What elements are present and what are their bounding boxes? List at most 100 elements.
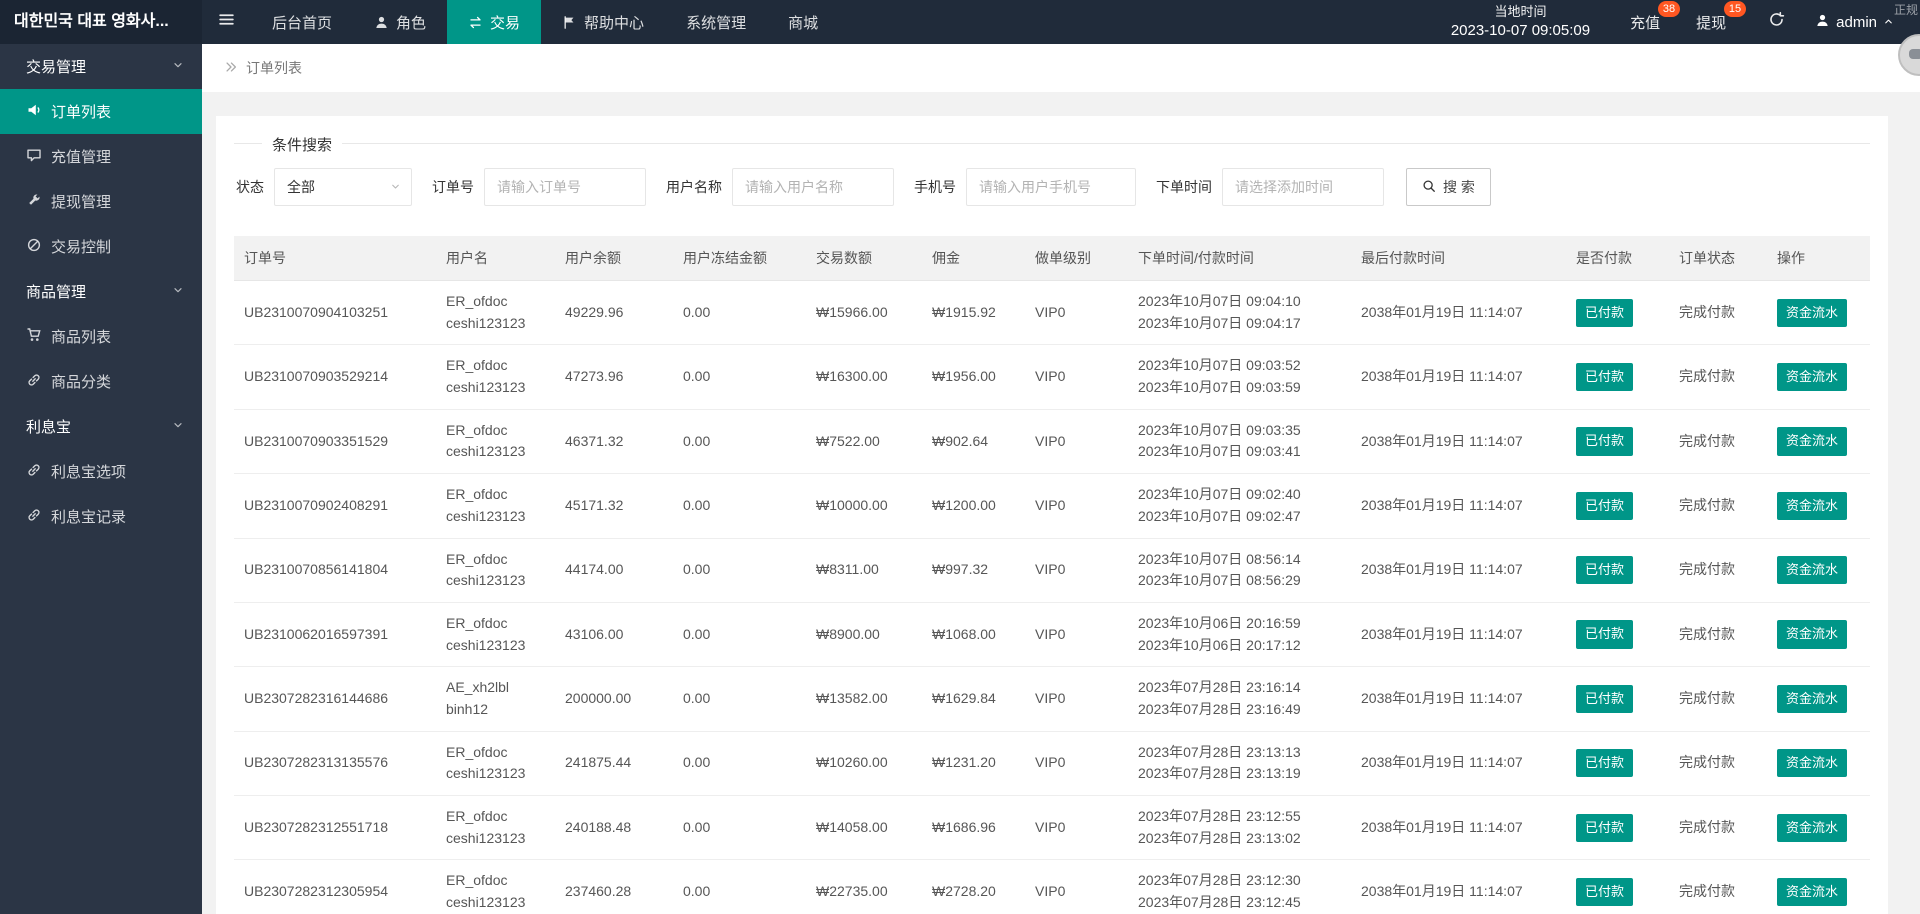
sidebar-item-trade-control[interactable]: 交易控制 xyxy=(0,224,202,269)
search-button[interactable]: 搜 索 xyxy=(1406,168,1491,206)
order-no-cell: UB2310070903529214 xyxy=(234,344,436,410)
frozen-cell: 0.00 xyxy=(673,409,806,475)
sidebar-item-label: 充值管理 xyxy=(51,149,112,166)
recharge-badge: 38 xyxy=(1657,0,1681,17)
status-cell: 完成付款 xyxy=(1669,538,1767,603)
status-cell: 完成付款 xyxy=(1669,280,1767,346)
paid-cell: 已付款 xyxy=(1566,795,1669,861)
paid-cell: 已付款 xyxy=(1566,409,1669,475)
order-time-input[interactable] xyxy=(1222,168,1384,206)
nav-item-label: 角色 xyxy=(396,14,427,32)
col-header: 订单号 xyxy=(234,236,436,281)
sidebar-item-goods-list[interactable]: 商品列表 xyxy=(0,314,202,359)
sidebar-group-goods-management[interactable]: 商品管理 xyxy=(0,269,202,314)
nav-item-help[interactable]: 帮助中心 xyxy=(541,0,665,44)
balance-cell: 49229.96 xyxy=(555,280,673,346)
fund-flow-button[interactable]: 资金流水 xyxy=(1777,298,1848,327)
commission-cell: ₩1956.00 xyxy=(922,344,1025,410)
sidebar-item-withdraw-management[interactable]: 提现管理 xyxy=(0,179,202,224)
nav-item-mall[interactable]: 商城 xyxy=(767,0,839,44)
username-cell: ER_ofdoc ceshi123123 xyxy=(436,473,555,539)
balance-cell: 240188.48 xyxy=(555,795,673,861)
sidebar-item-interest-options[interactable]: 利息宝选项 xyxy=(0,449,202,494)
fund-flow-button[interactable]: 资金流水 xyxy=(1777,620,1848,649)
recharge-link[interactable]: 充值 38 xyxy=(1620,0,1681,33)
nav-item-trade[interactable]: 交易 xyxy=(447,0,542,44)
action-cell: 资金流水 xyxy=(1767,409,1870,475)
col-header: 最后付款时间 xyxy=(1351,236,1566,281)
action-cell: 资金流水 xyxy=(1767,538,1870,603)
paid-badge[interactable]: 已付款 xyxy=(1576,813,1634,842)
amount-cell: ₩8900.00 xyxy=(806,602,922,668)
chevron-up-icon xyxy=(1883,14,1894,31)
paid-badge[interactable]: 已付款 xyxy=(1576,556,1634,585)
paid-badge[interactable]: 已付款 xyxy=(1576,684,1634,713)
fund-flow-button[interactable]: 资金流水 xyxy=(1777,684,1848,713)
commission-cell: ₩2728.20 xyxy=(922,859,1025,914)
paid-badge[interactable]: 已付款 xyxy=(1576,491,1634,520)
breadcrumb-current: 订单列表 xyxy=(246,60,302,76)
nav-item-role[interactable]: 角色 xyxy=(353,0,447,44)
order-no-input[interactable] xyxy=(484,168,646,206)
fund-flow-button[interactable]: 资金流水 xyxy=(1777,362,1848,392)
sidebar-item-recharge-management[interactable]: 充值管理 xyxy=(0,134,202,179)
last-pay-cell: 2038年01月19日 11:14:07 xyxy=(1351,344,1566,410)
group-label: 商品管理 xyxy=(26,284,87,301)
level-cell: VIP0 xyxy=(1025,731,1128,797)
last-pay-cell: 2038年01月19日 11:14:07 xyxy=(1351,409,1566,475)
fund-flow-button[interactable]: 资金流水 xyxy=(1777,813,1848,842)
sidebar-item-label: 商品列表 xyxy=(51,329,112,346)
sidebar-item-order-list[interactable]: 订单列表 xyxy=(0,89,202,134)
withdraw-link[interactable]: 提现 15 xyxy=(1686,0,1747,33)
nav-item-system[interactable]: 系统管理 xyxy=(665,0,767,44)
paid-badge[interactable]: 已付款 xyxy=(1576,620,1634,649)
flag-icon xyxy=(562,15,577,30)
table-row: UB2310062016597391 ER_ofdoc ceshi123123 4… xyxy=(234,602,1870,668)
action-cell: 资金流水 xyxy=(1767,344,1870,410)
paid-badge[interactable]: 已付款 xyxy=(1576,427,1634,456)
search-button-label: 搜 索 xyxy=(1443,179,1475,195)
refresh-button[interactable] xyxy=(1752,11,1801,33)
frozen-cell: 0.00 xyxy=(673,795,806,861)
sidebar-item-label: 订单列表 xyxy=(51,104,112,121)
username-cell: ER_ofdoc ceshi123123 xyxy=(436,602,555,668)
fund-flow-button[interactable]: 资金流水 xyxy=(1777,491,1848,520)
order-no-cell: UB2307282312305954 xyxy=(234,859,436,914)
order-time-cell: 2023年10月07日 09:03:52 2023年10月07日 09:03:59 xyxy=(1128,344,1351,410)
chevron-down-icon xyxy=(390,179,401,195)
order-no-cell: UB2310062016597391 xyxy=(234,602,436,668)
table-header-row: 订单号 用户名 用户余额 用户冻结金额 交易数额 佣金 做单级别 下单时间/付款… xyxy=(234,236,1870,281)
amount-cell: ₩8311.00 xyxy=(806,538,922,603)
sidebar-group-trade-management[interactable]: 交易管理 xyxy=(0,44,202,89)
status-cell: 完成付款 xyxy=(1669,602,1767,668)
sidebar-item-label: 交易控制 xyxy=(51,239,112,256)
sidebar-item-interest-records[interactable]: 利息宝记录 xyxy=(0,494,202,539)
last-pay-cell: 2038年01月19日 11:14:07 xyxy=(1351,473,1566,539)
user-menu[interactable]: admin xyxy=(1815,13,1894,32)
sidebar: 交易管理 订单列表 充值管理 提现管理 交易控制 商品管理 商品列表 商品分类 … xyxy=(0,44,202,914)
status-select[interactable]: 全部 xyxy=(274,168,412,206)
paid-badge[interactable]: 已付款 xyxy=(1576,877,1634,907)
nav-item-home[interactable]: 后台首页 xyxy=(251,0,353,44)
paid-badge[interactable]: 已付款 xyxy=(1576,749,1634,778)
phone-input[interactable] xyxy=(966,168,1136,206)
sidebar-group-interest[interactable]: 利息宝 xyxy=(0,404,202,449)
sidebar-item-goods-category[interactable]: 商品分类 xyxy=(0,359,202,404)
orders-table: 订单号 用户名 用户余额 用户冻结金额 交易数额 佣金 做单级别 下单时间/付款… xyxy=(234,236,1870,914)
fund-flow-button[interactable]: 资金流水 xyxy=(1777,749,1848,778)
fund-flow-button[interactable]: 资金流水 xyxy=(1777,877,1848,907)
fund-flow-button[interactable]: 资金流水 xyxy=(1777,427,1848,456)
nav-item-label: 帮助中心 xyxy=(584,14,645,32)
sidebar-toggle[interactable] xyxy=(202,0,251,44)
paid-badge[interactable]: 已付款 xyxy=(1576,298,1634,327)
fund-flow-button[interactable]: 资金流水 xyxy=(1777,556,1848,585)
comment-icon xyxy=(26,147,42,167)
frozen-cell: 0.00 xyxy=(673,602,806,668)
double-chevron-icon xyxy=(224,60,238,77)
order-no-cell: UB2307282316144686 xyxy=(234,666,436,732)
order-no-cell: UB2310070902408291 xyxy=(234,473,436,539)
paid-badge[interactable]: 已付款 xyxy=(1576,362,1634,392)
username-input[interactable] xyxy=(732,168,894,206)
frozen-cell: 0.00 xyxy=(673,666,806,732)
paid-cell: 已付款 xyxy=(1566,859,1669,914)
